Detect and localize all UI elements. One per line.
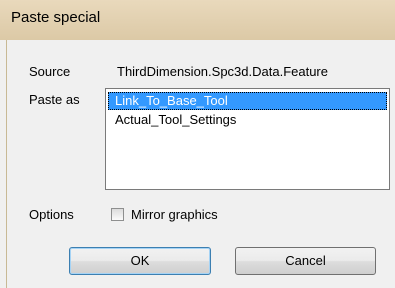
mirror-graphics-checkbox[interactable]	[111, 208, 124, 221]
paste-as-listbox[interactable]: Link_To_Base_Tool Actual_Tool_Settings	[105, 88, 390, 190]
paste-special-dialog: Paste special Source ThirdDimension.Spc3…	[0, 0, 395, 288]
window-title: Paste special	[11, 9, 101, 26]
title-bar[interactable]: Paste special	[0, 0, 395, 40]
cancel-button[interactable]: Cancel	[235, 247, 376, 275]
ok-button[interactable]: OK	[69, 247, 211, 275]
paste-as-label: Paste as	[29, 92, 80, 107]
mirror-graphics-label[interactable]: Mirror graphics	[131, 207, 218, 222]
list-item-actual-tool-settings[interactable]: Actual_Tool_Settings	[108, 111, 387, 129]
options-label: Options	[29, 207, 74, 222]
source-label: Source	[29, 64, 71, 79]
source-value: ThirdDimension.Spc3d.Data.Feature	[117, 64, 328, 79]
list-item-link-to-base-tool[interactable]: Link_To_Base_Tool	[108, 92, 387, 110]
